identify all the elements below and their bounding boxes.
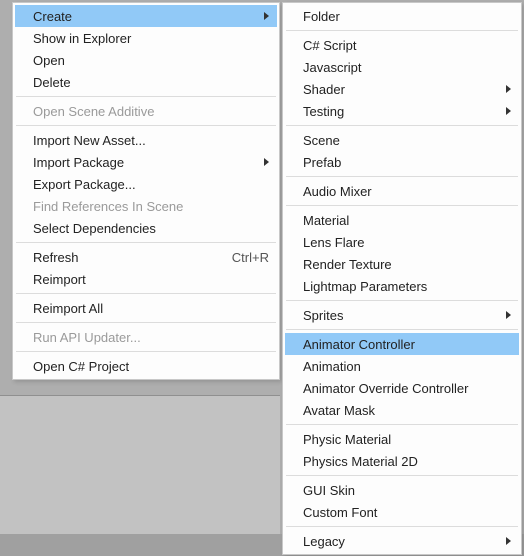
menu-separator (286, 30, 518, 31)
chevron-right-icon (506, 85, 511, 93)
menu-item-label: Audio Mixer (303, 184, 511, 199)
menu-item-shortcut: Ctrl+R (212, 250, 269, 265)
leftMenu-item-open[interactable]: Open (15, 49, 277, 71)
rightMenu-item-audio-mixer[interactable]: Audio Mixer (285, 180, 519, 202)
leftMenu-item-export-package[interactable]: Export Package... (15, 173, 277, 195)
rightMenu-item-animation[interactable]: Animation (285, 355, 519, 377)
menu-item-label: Material (303, 213, 511, 228)
chevron-right-icon (264, 158, 269, 166)
menu-separator (286, 300, 518, 301)
leftMenu-item-open-c-project[interactable]: Open C# Project (15, 355, 277, 377)
menu-item-label: Refresh (33, 250, 212, 265)
menu-item-label: Render Texture (303, 257, 511, 272)
leftMenu-item-refresh[interactable]: RefreshCtrl+R (15, 246, 277, 268)
rightMenu-item-physics-material-2d[interactable]: Physics Material 2D (285, 450, 519, 472)
menu-separator (16, 322, 276, 323)
leftMenu-item-import-package[interactable]: Import Package (15, 151, 277, 173)
rightMenu-item-folder[interactable]: Folder (285, 5, 519, 27)
menu-item-label: Lens Flare (303, 235, 511, 250)
menu-item-label: Custom Font (303, 505, 511, 520)
leftMenu-item-show-in-explorer[interactable]: Show in Explorer (15, 27, 277, 49)
menu-item-label: Testing (303, 104, 511, 119)
rightMenu-item-sprites[interactable]: Sprites (285, 304, 519, 326)
rightMenu-item-avatar-mask[interactable]: Avatar Mask (285, 399, 519, 421)
menu-separator (16, 351, 276, 352)
menu-item-label: Open C# Project (33, 359, 269, 374)
menu-item-label: Shader (303, 82, 511, 97)
rightMenu-item-lightmap-parameters[interactable]: Lightmap Parameters (285, 275, 519, 297)
menu-separator (16, 96, 276, 97)
menu-item-label: Animation (303, 359, 511, 374)
menu-separator (286, 176, 518, 177)
menu-separator (286, 526, 518, 527)
rightMenu-item-gui-skin[interactable]: GUI Skin (285, 479, 519, 501)
menu-item-label: Export Package... (33, 177, 269, 192)
menu-item-label: Open Scene Additive (33, 104, 269, 119)
menu-item-label: Physics Material 2D (303, 454, 511, 469)
menu-item-label: Prefab (303, 155, 511, 170)
rightMenu-item-testing[interactable]: Testing (285, 100, 519, 122)
menu-item-label: Folder (303, 9, 511, 24)
leftMenu-item-reimport-all[interactable]: Reimport All (15, 297, 277, 319)
rightMenu-item-lens-flare[interactable]: Lens Flare (285, 231, 519, 253)
context-menu-left[interactable]: Create Show in Explorer Open Delete Open Sce… (12, 2, 280, 380)
leftMenu-item-import-new-asset[interactable]: Import New Asset... (15, 129, 277, 151)
rightMenu-item-animator-override-controller[interactable]: Animator Override Controller (285, 377, 519, 399)
rightMenu-item-c-script[interactable]: C# Script (285, 34, 519, 56)
rightMenu-item-animator-controller[interactable]: Animator Controller (285, 333, 519, 355)
menu-item-label: Avatar Mask (303, 403, 511, 418)
menu-separator (286, 475, 518, 476)
chevron-right-icon (264, 12, 269, 20)
chevron-right-icon (506, 107, 511, 115)
menu-separator (16, 293, 276, 294)
leftMenu-item-find-references-in-scene: Find References In Scene (15, 195, 277, 217)
leftMenu-item-open-scene-additive: Open Scene Additive (15, 100, 277, 122)
rightMenu-item-custom-font[interactable]: Custom Font (285, 501, 519, 523)
menu-separator (286, 329, 518, 330)
chevron-right-icon (506, 311, 511, 319)
leftMenu-item-run-api-updater: Run API Updater... (15, 326, 277, 348)
menu-item-label: Create (33, 9, 269, 24)
menu-item-label: Scene (303, 133, 511, 148)
menu-separator (16, 125, 276, 126)
menu-item-label: Sprites (303, 308, 511, 323)
menu-item-label: Select Dependencies (33, 221, 269, 236)
rightMenu-item-render-texture[interactable]: Render Texture (285, 253, 519, 275)
menu-item-label: Open (33, 53, 269, 68)
menu-separator (286, 424, 518, 425)
rightMenu-item-scene[interactable]: Scene (285, 129, 519, 151)
menu-item-label: Run API Updater... (33, 330, 269, 345)
rightMenu-item-material[interactable]: Material (285, 209, 519, 231)
menu-item-label: Show in Explorer (33, 31, 269, 46)
panel-area (0, 395, 280, 535)
rightMenu-item-shader[interactable]: Shader (285, 78, 519, 100)
menu-separator (286, 125, 518, 126)
leftMenu-item-select-dependencies[interactable]: Select Dependencies (15, 217, 277, 239)
menu-item-label: Delete (33, 75, 269, 90)
menu-item-label: Javascript (303, 60, 511, 75)
menu-item-label: GUI Skin (303, 483, 511, 498)
leftMenu-item-reimport[interactable]: Reimport (15, 268, 277, 290)
menu-separator (286, 205, 518, 206)
rightMenu-item-physic-material[interactable]: Physic Material (285, 428, 519, 450)
menu-item-label: Animator Override Controller (303, 381, 511, 396)
menu-item-label: Find References In Scene (33, 199, 269, 214)
menu-item-label: Import New Asset... (33, 133, 269, 148)
menu-item-label: Legacy (303, 534, 511, 549)
menu-item-label: Physic Material (303, 432, 511, 447)
rightMenu-item-javascript[interactable]: Javascript (285, 56, 519, 78)
menu-item-label: C# Script (303, 38, 511, 53)
menu-item-label: Import Package (33, 155, 269, 170)
context-menu-right[interactable]: Folder C# Script Javascript Shader Testing Sc… (282, 2, 522, 555)
menu-item-label: Animator Controller (303, 337, 511, 352)
leftMenu-item-delete[interactable]: Delete (15, 71, 277, 93)
leftMenu-item-create[interactable]: Create (15, 5, 277, 27)
menu-item-label: Reimport All (33, 301, 269, 316)
menu-separator (16, 242, 276, 243)
chevron-right-icon (506, 537, 511, 545)
menu-item-label: Lightmap Parameters (303, 279, 511, 294)
menu-item-label: Reimport (33, 272, 269, 287)
rightMenu-item-legacy[interactable]: Legacy (285, 530, 519, 552)
rightMenu-item-prefab[interactable]: Prefab (285, 151, 519, 173)
